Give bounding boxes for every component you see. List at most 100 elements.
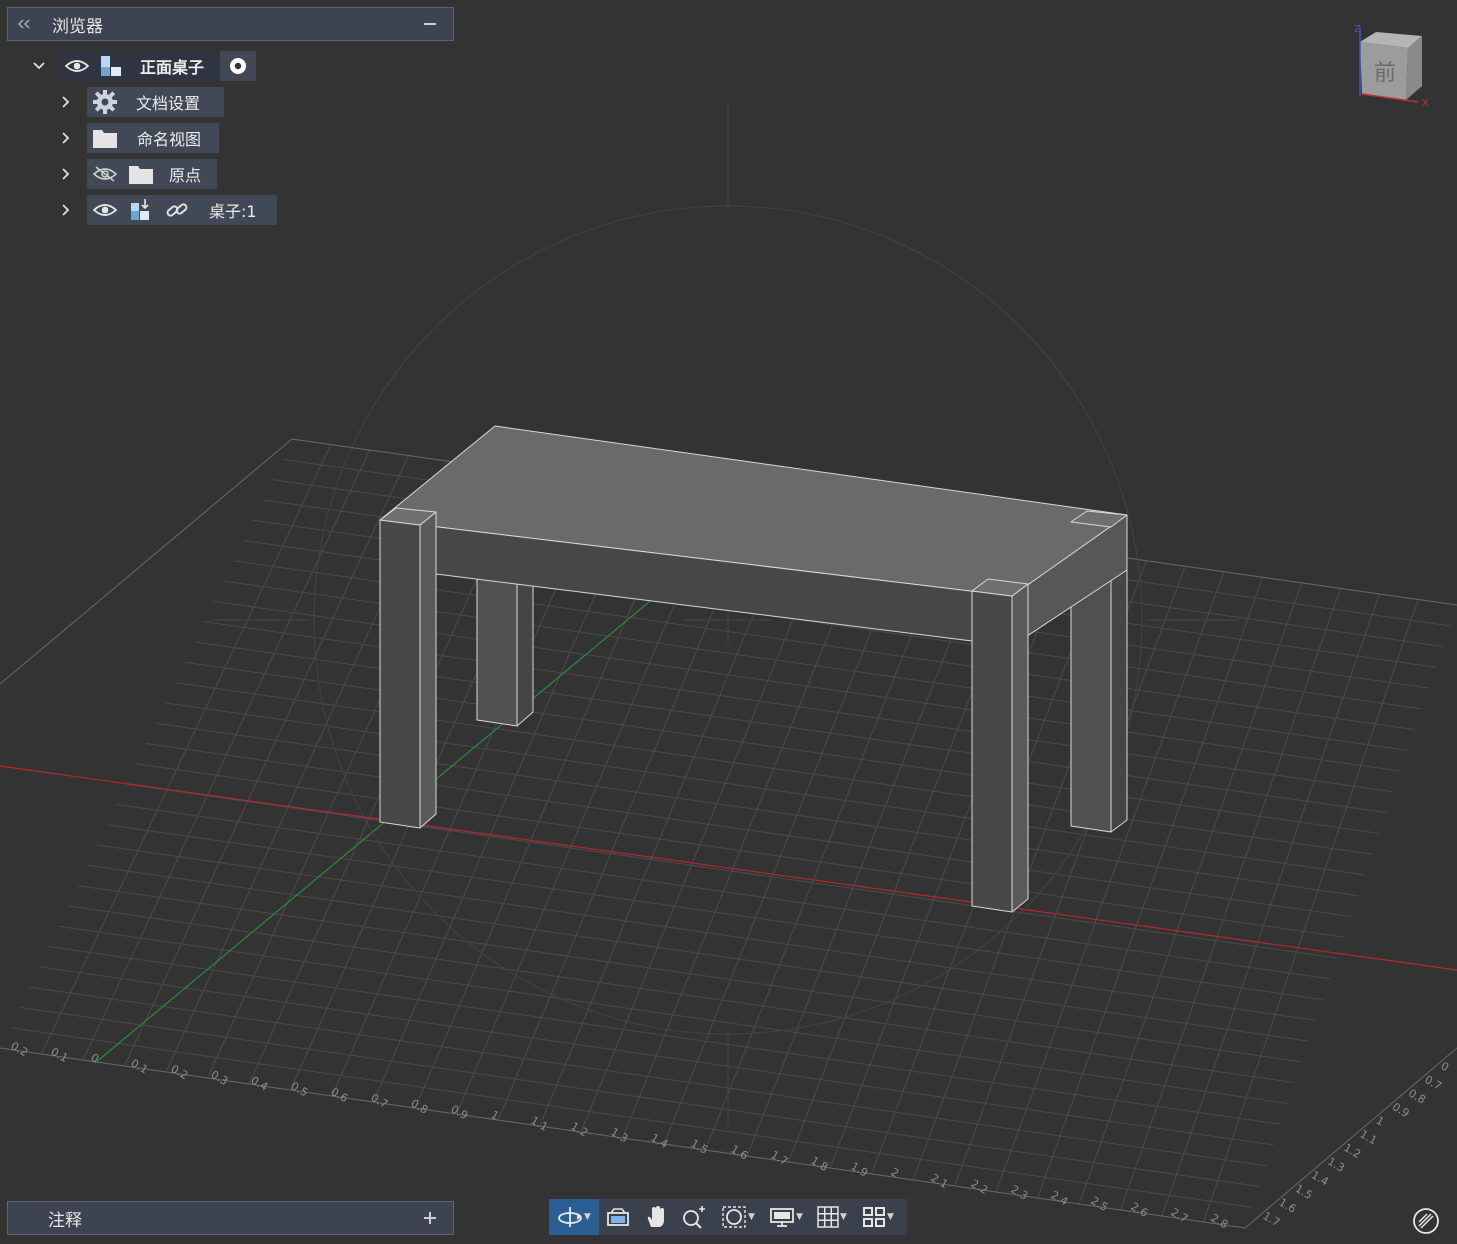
activate-radio[interactable] [220,51,257,81]
visibility-toggle[interactable] [87,159,123,189]
visibility-toggle[interactable] [87,195,123,225]
root-label: 正面桌子 [140,58,205,77]
camera-icon [607,1208,629,1226]
viewports-icon [863,1207,886,1227]
viewports-button[interactable]: ▼ [855,1199,901,1235]
grid-line [116,803,1330,980]
annotations-panel-header: 注释 [7,1201,454,1235]
viewcube[interactable]: 前 X Z [1352,22,1432,112]
look-at-button[interactable] [599,1199,637,1235]
zoom-window-icon [722,1206,746,1228]
component-icon [123,195,159,225]
expand-toggle[interactable] [56,195,76,225]
viewcube-axis-z: Z [1354,24,1361,35]
navigation-toolbar: ▼ ▼ ▼ ▼ ▼ [549,1199,907,1235]
display-mode-button[interactable] [1411,1206,1441,1236]
zoom-window-button[interactable]: ▼ [713,1199,763,1235]
ruler-tick-label: 1.5 [689,1137,711,1157]
ruler-tick-label: 2.2 [969,1177,991,1197]
tree-node-named-views[interactable]: 命名视图 [87,123,220,153]
front-left-leg [379,519,421,829]
visibility-toggle[interactable] [60,51,94,81]
ruler-tick-label: 0.5 [289,1079,311,1099]
grid-line [38,966,1274,1146]
tree-root-row: 正面桌子 [29,51,257,81]
grid-icon [817,1206,839,1228]
pan-button[interactable] [637,1199,675,1235]
dropdown-arrow-icon[interactable]: ▼ [887,1212,894,1222]
ruler-tick-label: 2.3 [1009,1183,1031,1203]
tree-node-component[interactable]: 桌子:1 [87,195,277,225]
collapse-panel-button[interactable] [10,8,38,40]
front-right-leg [971,590,1013,913]
ruler-tick-label: 0.8 [1406,1087,1428,1107]
grid-line [58,925,1288,1104]
folder-icon [123,159,159,189]
expand-toggle[interactable] [56,159,76,189]
orbit-button[interactable]: ▼ [549,1199,599,1235]
expand-toggle[interactable] [56,123,76,153]
ruler-tick-label: 2.5 [1089,1194,1111,1214]
expand-toggle[interactable] [56,87,76,117]
ruler-tick-label: 1.4 [649,1131,671,1151]
ruler-tick-label: 1.2 [569,1120,591,1140]
chevron-right-icon [62,204,70,216]
zoom-icon [683,1206,705,1229]
tree-row-component: 桌子:1 [56,195,277,225]
minimize-panel-button[interactable] [417,8,443,40]
grid-line [9,1027,1253,1208]
browser-title: 浏览器 [52,16,103,37]
ruler-tick-label: 0.8 [409,1097,431,1117]
expand-toggle[interactable] [29,51,49,81]
dropdown-arrow-icon[interactable]: ▼ [748,1212,755,1222]
ruler-tick-label: 2.4 [1049,1188,1071,1208]
viewcube-face-label[interactable]: 前 [1374,61,1396,86]
ruler-tick-label: 0.2 [9,1039,31,1059]
chevron-right-icon [62,168,70,180]
ruler-tick-label: 0.1 [129,1057,151,1077]
dropdown-arrow-icon[interactable]: ▼ [584,1212,591,1222]
display-settings-icon [770,1208,794,1227]
zoom-button[interactable] [675,1199,713,1235]
active-radio-icon [230,58,247,74]
grid-line [77,885,1302,1063]
tree-node-root[interactable]: 正面桌子 [60,51,257,81]
browser-panel-header: 浏览器 [7,7,454,41]
display-settings-button[interactable]: ▼ [763,1199,809,1235]
grid-line [19,1006,1260,1187]
plus-icon [424,1212,436,1224]
link-icon [159,195,195,225]
tree-node-doc-settings[interactable]: 文档设置 [87,87,225,117]
dropdown-arrow-icon[interactable]: ▼ [796,1212,803,1222]
ruler-tick-label: 0.9 [1390,1100,1412,1120]
eye-icon [93,204,117,216]
ruler-tick-label: 1 [489,1108,502,1123]
tree-node-origin[interactable]: 原点 [87,159,218,189]
3d-viewport[interactable]: 0.2 0.1 0 0.1 0.2 0.3 0.4 0.5 0.6 0.7 0.8 0.9 1 1.1 1.… [0,0,1457,1244]
tree-row-doc-settings: 文档设置 [56,87,225,117]
grid-line [126,783,1337,959]
chevron-right-icon [62,132,70,144]
ruler-tick-label: 0.6 [329,1085,351,1105]
ruler-tick-label: 1.8 [809,1154,831,1174]
ruler-tick-label: 1.1 [529,1114,551,1134]
expand-annotations-button[interactable] [417,1202,443,1234]
folder-icon [87,123,123,153]
pan-hand-icon [647,1206,664,1227]
dropdown-arrow-icon[interactable]: ▼ [840,1212,847,1222]
ruler-tick-label: 1.2 [1341,1141,1363,1161]
grid-button[interactable]: ▼ [809,1199,855,1235]
table-model[interactable] [379,425,1128,913]
grid-line [136,763,1345,938]
grid-line [87,864,1309,1042]
ruler-tick-label: 1.1 [1358,1128,1380,1148]
ruler-tick-label: 0.2 [169,1062,191,1082]
grid-line [145,743,1352,917]
ruler-tick-label: 0.7 [369,1091,391,1111]
ruler-tick-label: 0.1 [49,1045,71,1065]
eye-hidden-icon [92,166,118,182]
ruler-tick-label: 0.9 [449,1102,471,1122]
component-label: 桌子:1 [209,202,257,221]
ruler-tick-label: 2.1 [929,1171,951,1191]
double-chevron-left-icon [17,19,30,29]
